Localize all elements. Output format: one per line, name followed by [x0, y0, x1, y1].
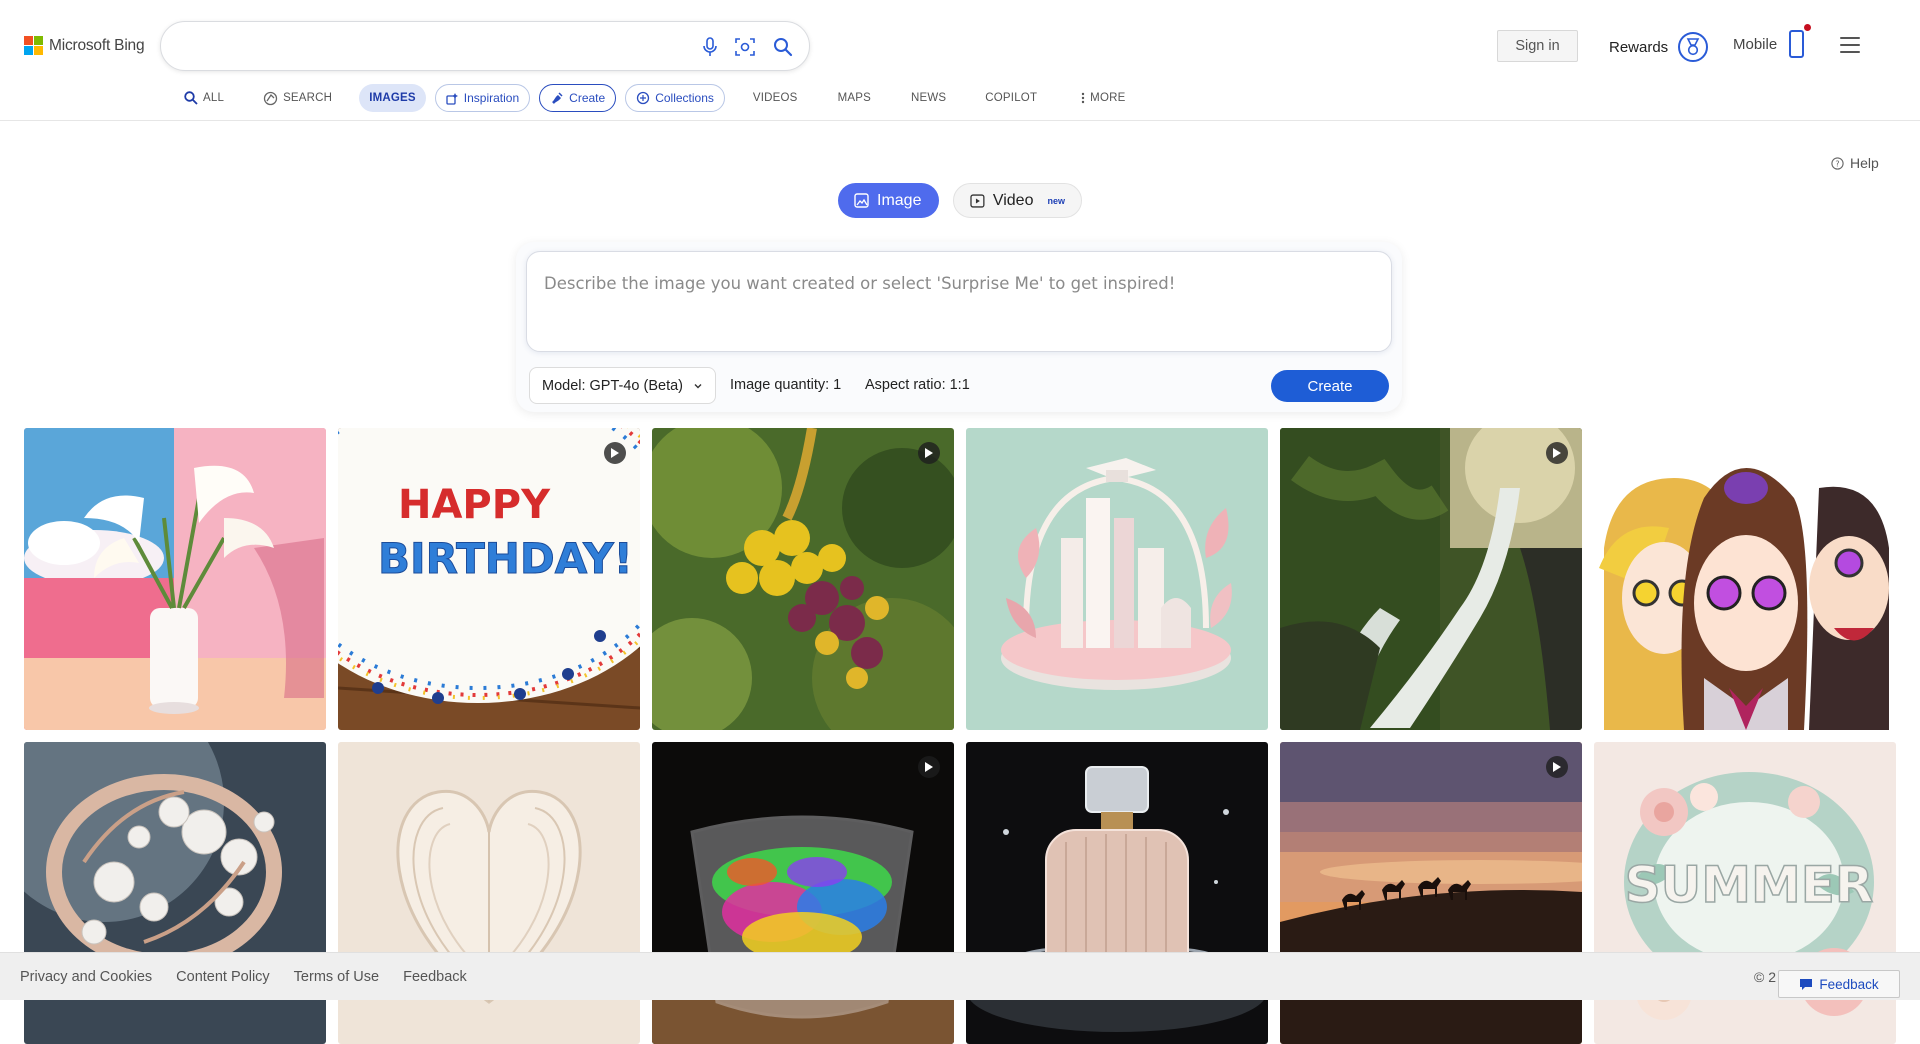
- aspect-ratio-option[interactable]: Aspect ratio: 1:1: [865, 377, 970, 393]
- tab-inspiration[interactable]: Inspiration: [434, 84, 531, 112]
- image-icon: [854, 193, 869, 208]
- top-header: Microsoft Bing Sign in Rewards Mobile AL…: [0, 0, 1920, 121]
- hamburger-menu-icon[interactable]: [1840, 37, 1860, 53]
- rewards-button[interactable]: Rewards: [1609, 32, 1709, 62]
- chevron-down-icon: [694, 383, 702, 388]
- gallery-item-anime-characters[interactable]: [1594, 428, 1896, 730]
- copyright-text: © 2: [1754, 969, 1776, 985]
- tab-collections[interactable]: Collections: [625, 84, 725, 112]
- search-input[interactable]: [181, 34, 681, 58]
- tab-search[interactable]: SEARCH: [263, 84, 332, 112]
- video-play-icon: [604, 442, 626, 464]
- mobile-button[interactable]: Mobile: [1733, 24, 1812, 58]
- more-vertical-icon: [1081, 92, 1085, 104]
- video-play-icon: [1546, 756, 1568, 778]
- tab-more[interactable]: MORE: [1081, 84, 1125, 112]
- nav-tabs: ALL SEARCH IMAGES Inspiration Create Col…: [170, 84, 1125, 112]
- gallery-item-bee-flowers[interactable]: [652, 428, 954, 730]
- bing-logo[interactable]: Microsoft Bing: [24, 36, 145, 55]
- cake-text-happy: HAPPY: [398, 482, 551, 528]
- tab-maps[interactable]: MAPS: [838, 84, 871, 112]
- search-icon: [184, 91, 198, 105]
- image-quantity-option[interactable]: Image quantity: 1: [730, 377, 841, 393]
- mobile-label: Mobile: [1733, 35, 1778, 53]
- create-icon: [552, 92, 563, 104]
- help-icon: ?: [1831, 156, 1844, 170]
- video-play-icon: [1546, 442, 1568, 464]
- bee-flowers-image: [652, 428, 954, 730]
- tab-images[interactable]: IMAGES: [359, 84, 426, 112]
- create-button[interactable]: Create: [1271, 370, 1389, 402]
- footer-link-content-policy[interactable]: Content Policy: [176, 969, 270, 985]
- video-play-icon: [918, 442, 940, 464]
- graduation-sculpture-image: [966, 428, 1268, 730]
- model-value: GPT-4o (Beta): [589, 377, 684, 394]
- gallery-item-graduation-sculpture[interactable]: [966, 428, 1268, 730]
- footer-link-privacy[interactable]: Privacy and Cookies: [20, 969, 152, 985]
- summer-word: SUMMER: [1625, 856, 1874, 914]
- gallery-item-birthday-cake[interactable]: HAPPY BIRTHDAY!: [338, 428, 640, 730]
- feedback-chat-icon: [1800, 978, 1813, 990]
- model-label: Model:: [542, 377, 586, 394]
- tab-copilot[interactable]: COPILOT: [985, 84, 1037, 112]
- tab-all[interactable]: ALL: [184, 84, 224, 112]
- anime-characters-image: [1594, 428, 1896, 730]
- gallery-item-calla-lilies[interactable]: [24, 428, 326, 730]
- brand-name: Microsoft Bing: [49, 36, 145, 54]
- inspiration-icon: [446, 92, 458, 105]
- collections-icon: [637, 91, 650, 105]
- footer-link-terms[interactable]: Terms of Use: [294, 969, 379, 985]
- create-panel: Describe the image you want created or s…: [516, 242, 1402, 412]
- calla-lilies-image: [24, 428, 326, 730]
- new-badge: new: [1047, 195, 1065, 206]
- search-box[interactable]: [160, 21, 810, 71]
- svg-text:?: ?: [1835, 159, 1839, 168]
- notification-dot: [1804, 24, 1812, 31]
- prompt-placeholder: Describe the image you want created or s…: [544, 274, 1176, 293]
- gallery-item-waterfall[interactable]: [1280, 428, 1582, 730]
- copilot-search-icon: [263, 91, 278, 105]
- microphone-icon[interactable]: [699, 36, 721, 58]
- video-icon: [970, 193, 985, 208]
- rewards-label: Rewards: [1609, 38, 1669, 56]
- feedback-button[interactable]: Feedback: [1778, 970, 1900, 998]
- tab-videos[interactable]: VIDEOS: [753, 84, 798, 112]
- tab-news[interactable]: NEWS: [911, 84, 946, 112]
- prompt-textarea[interactable]: Describe the image you want created or s…: [526, 251, 1392, 352]
- tab-create[interactable]: Create: [539, 84, 617, 112]
- model-selector[interactable]: Model: GPT-4o (Beta): [529, 367, 717, 404]
- help-link[interactable]: ? Help: [1831, 155, 1879, 171]
- video-mode-button[interactable]: Video new: [953, 183, 1082, 218]
- visual-search-icon[interactable]: [734, 36, 756, 58]
- cake-text-birthday: BIRTHDAY!: [378, 534, 633, 583]
- search-icon[interactable]: [772, 36, 794, 58]
- rewards-medal-icon: [1678, 32, 1709, 62]
- phone-icon: [1789, 24, 1812, 58]
- sign-in-button[interactable]: Sign in: [1497, 30, 1578, 62]
- microsoft-logo-icon: [24, 36, 43, 55]
- video-play-icon: [918, 756, 940, 778]
- footer-link-feedback[interactable]: Feedback: [403, 969, 467, 985]
- birthday-cake-image: HAPPY BIRTHDAY!: [338, 428, 640, 730]
- footer: Privacy and Cookies Content Policy Terms…: [0, 952, 1920, 1000]
- waterfall-image: [1280, 428, 1582, 730]
- image-mode-button[interactable]: Image: [838, 183, 939, 218]
